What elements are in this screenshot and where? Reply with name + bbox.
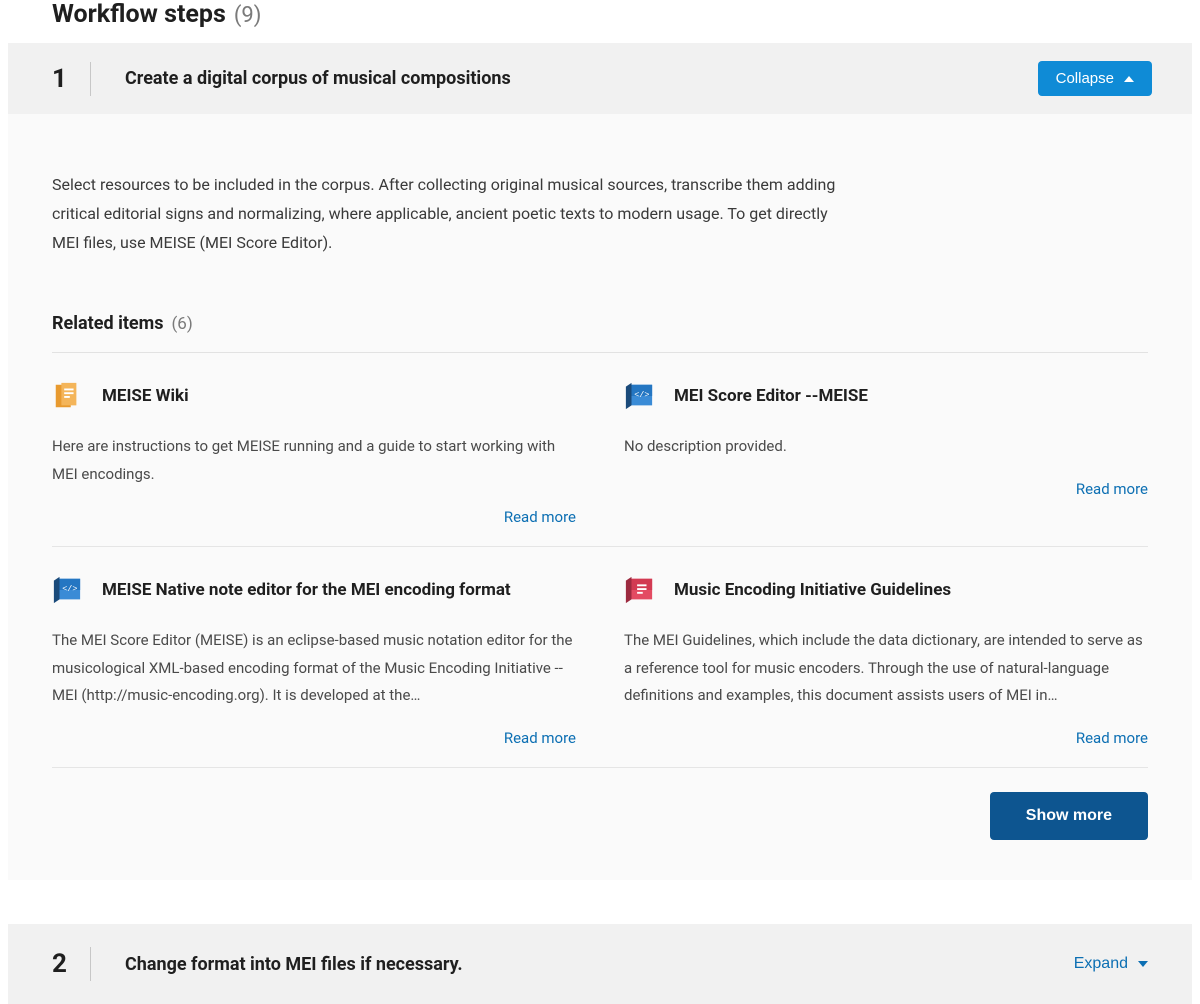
read-more-link[interactable]: Read more: [1076, 729, 1148, 747]
read-more-link[interactable]: Read more: [504, 508, 576, 526]
item-head: MEISE Wiki: [52, 381, 576, 411]
step-2-title: Change format into MEI files if necessar…: [125, 954, 1070, 975]
expand-label: Expand: [1074, 955, 1128, 973]
related-items-grid: MEISE Wiki Here are instructions to get …: [52, 353, 1148, 768]
list-item: Music Encoding Initiative Guidelines The…: [624, 547, 1148, 767]
expand-button[interactable]: Expand: [1070, 946, 1152, 982]
step-divider: [90, 62, 91, 96]
code-box-icon: </>: [624, 381, 654, 411]
step-1-title: Create a digital corpus of musical compo…: [125, 68, 1038, 89]
document-icon: [52, 381, 82, 411]
item-description: The MEI Guidelines, which include the da…: [624, 627, 1148, 710]
item-title: Music Encoding Initiative Guidelines: [674, 580, 951, 600]
chevron-up-icon: [1124, 76, 1134, 82]
collapse-button[interactable]: Collapse: [1038, 61, 1152, 96]
step-1-body: Select resources to be included in the c…: [8, 114, 1192, 880]
read-more-wrap: Read more: [624, 728, 1148, 747]
spec-box-icon: [624, 575, 654, 605]
read-more-wrap: Read more: [52, 507, 576, 526]
show-more-button[interactable]: Show more: [990, 792, 1148, 840]
collapse-label: Collapse: [1056, 70, 1114, 87]
row-divider: [52, 767, 1148, 768]
item-title: MEISE Native note editor for the MEI enc…: [102, 580, 511, 600]
read-more-link[interactable]: Read more: [1076, 480, 1148, 498]
page-title-text: Workflow steps: [52, 0, 226, 29]
step-2-number: 2: [52, 949, 90, 979]
step-1-number: 1: [52, 64, 90, 94]
chevron-down-icon: [1138, 961, 1148, 967]
item-description: No description provided.: [624, 433, 1148, 461]
svg-text:</>: </>: [62, 584, 77, 594]
item-head: Music Encoding Initiative Guidelines: [624, 575, 1148, 605]
step-1-description: Select resources to be included in the c…: [52, 170, 852, 257]
step-1-header: 1 Create a digital corpus of musical com…: [8, 43, 1192, 114]
read-more-link[interactable]: Read more: [504, 729, 576, 747]
list-item: </> MEI Score Editor --MEISE No descript…: [624, 353, 1148, 546]
item-description: The MEI Score Editor (MEISE) is an eclip…: [52, 627, 576, 710]
step-2-header: 2 Change format into MEI files if necess…: [8, 924, 1192, 1004]
show-more-wrap: Show more: [52, 768, 1148, 840]
step-1-block: 1 Create a digital corpus of musical com…: [8, 43, 1192, 114]
list-item: </> MEISE Native note editor for the MEI…: [52, 547, 576, 767]
page-title: Workflow steps (9): [0, 0, 1200, 43]
related-items-count: (6): [171, 314, 192, 334]
related-items-header: Related items (6): [52, 313, 1148, 353]
step-divider: [90, 947, 91, 981]
code-box-icon: </>: [52, 575, 82, 605]
item-title: MEI Score Editor --MEISE: [674, 386, 868, 406]
item-head: </> MEI Score Editor --MEISE: [624, 381, 1148, 411]
item-title: MEISE Wiki: [102, 386, 189, 406]
svg-text:</>: </>: [634, 390, 649, 400]
item-head: </> MEISE Native note editor for the MEI…: [52, 575, 576, 605]
item-description: Here are instructions to get MEISE runni…: [52, 433, 576, 489]
list-item: MEISE Wiki Here are instructions to get …: [52, 353, 576, 546]
step-2-block: 2 Change format into MEI files if necess…: [8, 924, 1192, 1004]
related-items-title: Related items: [52, 313, 163, 334]
page-title-count: (9): [234, 3, 262, 28]
read-more-wrap: Read more: [52, 728, 576, 747]
read-more-wrap: Read more: [624, 479, 1148, 498]
